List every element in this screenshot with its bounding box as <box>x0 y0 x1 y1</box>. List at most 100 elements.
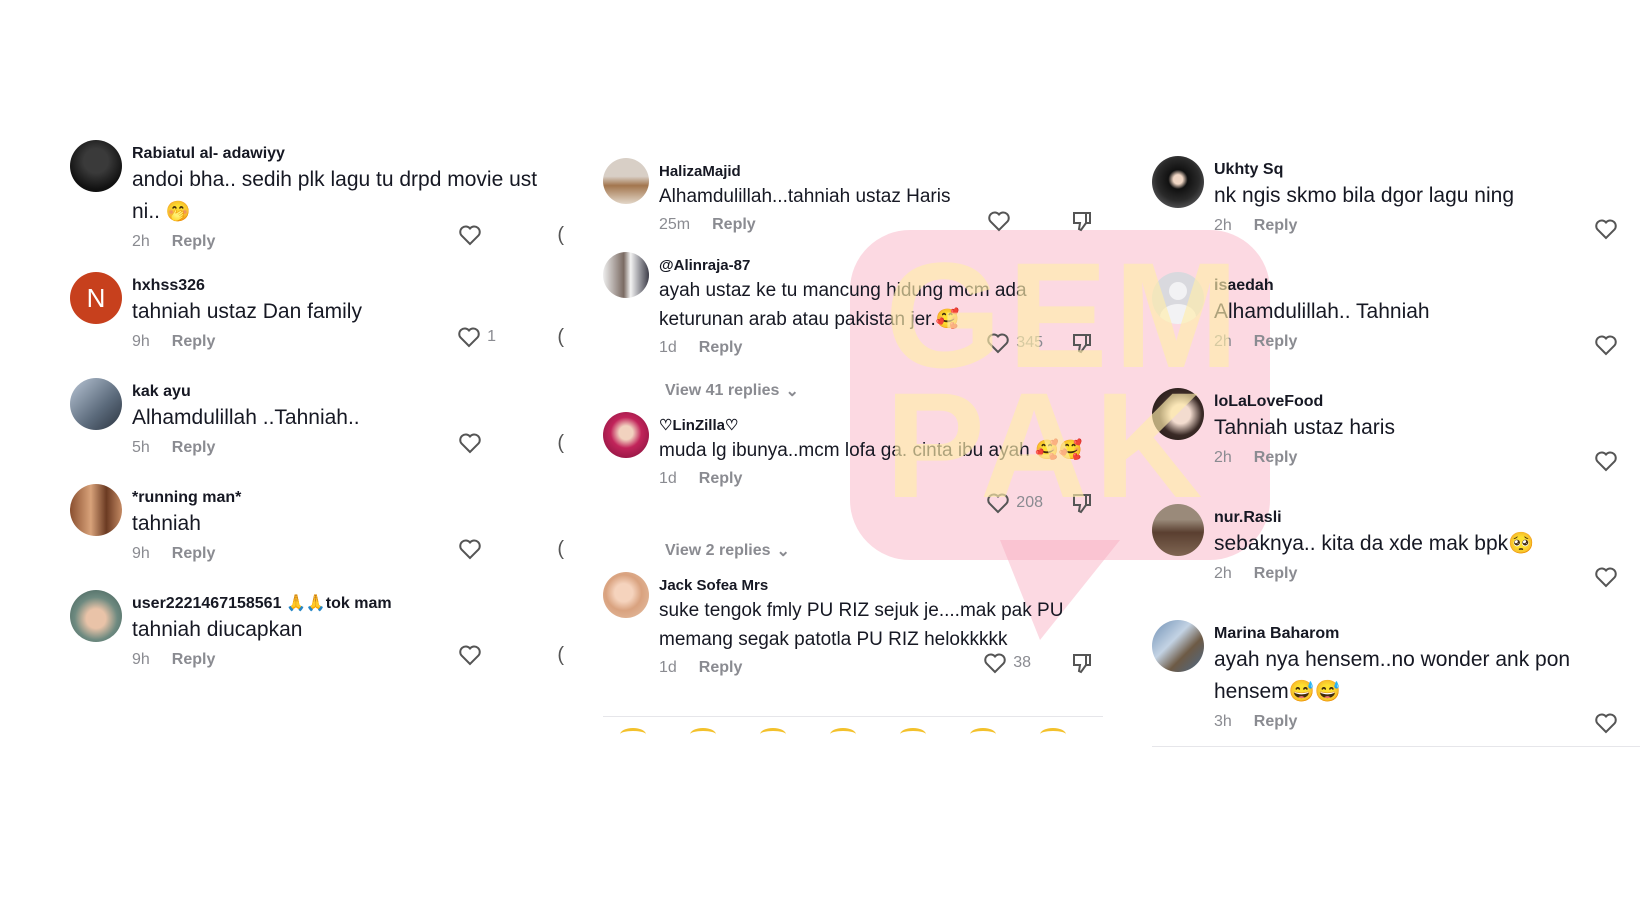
heart-icon <box>459 539 481 560</box>
emoji-icon[interactable] <box>900 728 926 741</box>
avatar[interactable] <box>70 140 122 192</box>
reply-button[interactable]: Reply <box>699 656 743 680</box>
dislike-icon[interactable]: ( <box>557 326 564 349</box>
reply-button[interactable]: Reply <box>172 436 216 460</box>
dislike-icon[interactable]: ( <box>557 224 564 247</box>
emoji-icon[interactable] <box>970 728 996 741</box>
username[interactable]: Jack Sofea Mrs <box>659 576 1103 596</box>
reply-button[interactable]: Reply <box>172 542 216 566</box>
emoji-reaction-bar[interactable] <box>620 728 1066 741</box>
timestamp: 5h <box>132 439 150 456</box>
avatar[interactable] <box>603 158 649 204</box>
like-button[interactable] <box>1594 566 1618 588</box>
username[interactable]: kak ayu <box>132 382 560 402</box>
like-button[interactable] <box>458 432 482 454</box>
reply-button[interactable]: Reply <box>1254 710 1298 734</box>
username[interactable]: ♡LinZilla♡ <box>659 416 1103 436</box>
avatar[interactable]: N <box>70 272 122 324</box>
username[interactable]: loLaLoveFood <box>1214 392 1640 412</box>
comment-text: ayah nya hensem..no wonder ank pon hense… <box>1214 648 1571 703</box>
like-count: 208 <box>1016 494 1043 511</box>
like-button[interactable] <box>987 210 1093 232</box>
heart-icon <box>459 225 481 246</box>
timestamp: 1d <box>659 339 677 356</box>
avatar[interactable] <box>1152 272 1204 324</box>
username[interactable]: @Alinraja-87 <box>659 256 1103 276</box>
like-button[interactable]: 1 <box>457 326 496 348</box>
like-button[interactable] <box>1594 712 1618 734</box>
username[interactable]: HalizaMajid <box>659 162 1103 182</box>
avatar[interactable] <box>1152 388 1204 440</box>
dislike-icon[interactable]: ( <box>557 644 564 667</box>
heart-icon <box>459 645 481 666</box>
dislike-icon[interactable] <box>1071 652 1093 674</box>
avatar[interactable] <box>70 590 122 642</box>
like-button[interactable] <box>458 224 482 246</box>
username[interactable]: Rabiatul al- adawiyy <box>132 144 560 164</box>
timestamp: 9h <box>132 651 150 668</box>
like-button[interactable]: 345 <box>986 332 1093 354</box>
comment-text: suke tengok fmly PU RIZ sejuk je....mak … <box>659 600 1064 650</box>
reply-button[interactable]: Reply <box>1254 446 1298 470</box>
avatar[interactable] <box>603 412 649 458</box>
username[interactable]: nur.Rasli <box>1214 508 1640 528</box>
avatar[interactable] <box>603 252 649 298</box>
username[interactable]: isaedah <box>1214 276 1640 296</box>
avatar[interactable] <box>1152 156 1204 208</box>
reply-button[interactable]: Reply <box>699 467 743 491</box>
comment-item: Rabiatul al- adawiyy andoi bha.. sedih p… <box>70 140 564 272</box>
dislike-icon[interactable]: ( <box>557 538 564 561</box>
emoji-icon[interactable] <box>620 728 646 741</box>
username[interactable]: Marina Baharom <box>1214 624 1640 644</box>
reply-button[interactable]: Reply <box>699 336 743 360</box>
heart-icon <box>459 433 481 454</box>
reply-button[interactable]: Reply <box>172 230 216 254</box>
like-button[interactable] <box>458 538 482 560</box>
like-button[interactable]: 38 <box>983 652 1093 674</box>
username[interactable]: Ukhty Sq <box>1214 160 1640 180</box>
like-button[interactable] <box>1594 450 1618 472</box>
reply-button[interactable]: Reply <box>1254 214 1298 238</box>
comment-text: muda lg ibunya..mcm lofa ga. cinta ibu a… <box>659 440 1083 461</box>
avatar[interactable] <box>70 378 122 430</box>
comment-column-2: HalizaMajid Alhamdulillah...tahniah usta… <box>603 158 1103 692</box>
username[interactable]: *running man* <box>132 488 560 508</box>
comment-item: N hxhss326 tahniah ustaz Dan family 9h Re… <box>70 272 564 378</box>
timestamp: 1d <box>659 659 677 676</box>
like-button[interactable]: 208 <box>986 492 1093 514</box>
like-button[interactable] <box>1594 218 1618 240</box>
like-button[interactable] <box>458 644 482 666</box>
reply-button[interactable]: Reply <box>1254 562 1298 586</box>
reply-button[interactable]: Reply <box>172 648 216 672</box>
comment-text: nk ngis skmo bila dgor lagu ning <box>1214 184 1515 207</box>
dislike-icon[interactable]: ( <box>557 432 564 455</box>
emoji-icon[interactable] <box>760 728 786 741</box>
comment-text: tahniah <box>132 512 201 535</box>
dislike-icon[interactable] <box>1071 492 1093 514</box>
heart-icon <box>1595 335 1617 356</box>
reply-button[interactable]: Reply <box>1254 330 1298 354</box>
like-button[interactable] <box>1594 334 1618 356</box>
heart-icon <box>1595 219 1617 240</box>
reply-button[interactable]: Reply <box>712 213 756 237</box>
dislike-icon[interactable] <box>1071 332 1093 354</box>
comment-text: Alhamdulillah.. Tahniah <box>1214 300 1430 323</box>
chevron-down-icon: ⌄ <box>785 383 799 400</box>
comment-item: Ukhty Sq nk ngis skmo bila dgor lagu nin… <box>1152 156 1640 272</box>
comment-text: ayah ustaz ke tu mancung hidung mcm ada … <box>659 280 1027 330</box>
emoji-icon[interactable] <box>830 728 856 741</box>
comment-item: *running man* tahniah 9h Reply ( <box>70 484 564 590</box>
avatar[interactable] <box>70 484 122 536</box>
divider <box>1152 746 1640 747</box>
emoji-icon[interactable] <box>690 728 716 741</box>
dislike-icon[interactable] <box>1071 210 1093 232</box>
reply-button[interactable]: Reply <box>172 330 216 354</box>
avatar[interactable] <box>1152 504 1204 556</box>
comment-item: loLaLoveFood Tahniah ustaz haris 2h Reply <box>1152 388 1640 504</box>
avatar[interactable] <box>1152 620 1204 672</box>
like-count: 1 <box>487 328 496 345</box>
username[interactable]: hxhss326 <box>132 276 560 296</box>
avatar[interactable] <box>603 572 649 618</box>
username[interactable]: user2221467158561 🙏🙏tok mam <box>132 594 560 614</box>
emoji-icon[interactable] <box>1040 728 1066 741</box>
